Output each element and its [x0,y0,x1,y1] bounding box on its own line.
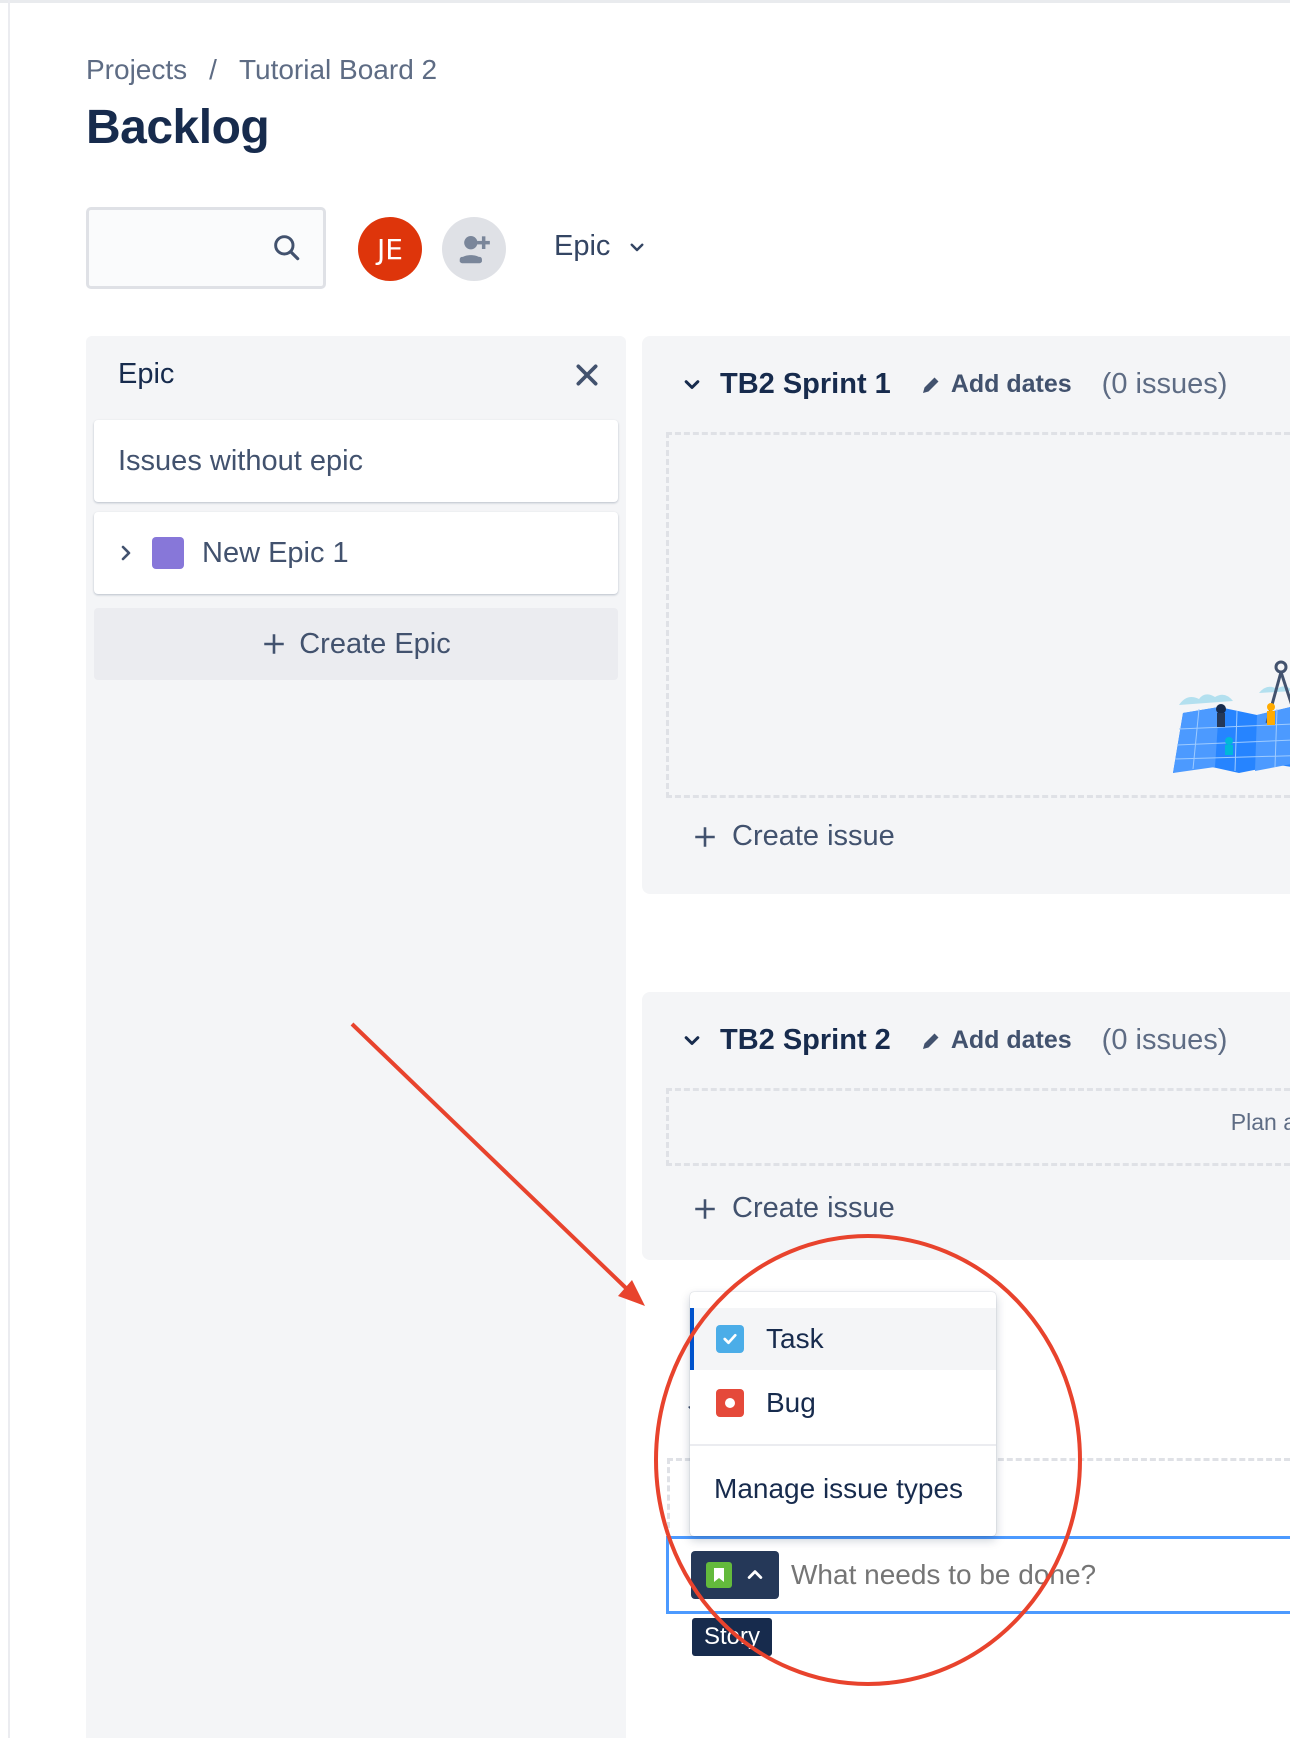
epic-panel: Epic Issues without epic New Epic 1 Crea… [86,336,626,1738]
plan-sprint-hint: Plan a [1230,1109,1290,1135]
task-checkbox-icon [716,1325,744,1353]
breadcrumb-board-link[interactable]: Tutorial Board 2 [239,54,437,86]
top-border [0,0,1290,3]
bug-icon [716,1389,744,1417]
issue-summary-input[interactable] [791,1559,1211,1591]
create-issue-button[interactable]: Create issue [692,1192,895,1225]
create-issue-button[interactable]: Create issue [692,820,895,853]
sprint-header: TB2 Sprint 2 Add dates (0 issues) [682,1024,1227,1057]
epic-filter-dropdown[interactable]: Epic [554,230,646,263]
epic-item-label: New Epic 1 [202,536,349,569]
left-border [8,0,10,1738]
chevron-right-icon[interactable] [118,543,134,563]
plus-icon [264,634,284,654]
create-epic-button[interactable]: Create Epic [94,608,618,680]
issues-without-epic-item[interactable]: Issues without epic [94,420,618,502]
chevron-down-icon [630,243,644,251]
add-user-icon [459,236,490,264]
sprint-panel: TB2 Sprint 2 Add dates (0 issues) Plan a… [642,992,1290,1260]
avatar[interactable]: JE [358,217,422,281]
create-epic-label: Create Epic [299,627,451,660]
issue-type-menu: Task Bug Manage issue types [690,1292,996,1536]
add-people-button[interactable] [442,217,506,281]
create-issue-label: Create issue [732,820,895,852]
close-icon[interactable] [574,362,600,388]
menu-item-label: Bug [766,1387,816,1418]
epic-item[interactable]: New Epic 1 [94,512,618,594]
sprint-panel: TB2 Sprint 1 Add dates (0 issues) Create… [642,336,1290,894]
sprint-dropzone[interactable] [666,432,1290,798]
search-input[interactable] [86,207,326,289]
issues-without-epic-label: Issues without epic [118,444,364,477]
epic-panel-title: Epic [118,358,175,390]
add-dates-label: Add dates [950,1026,1072,1054]
sprint-name: TB2 Sprint 1 [720,368,891,400]
plus-icon [695,826,715,847]
chevron-down-icon[interactable] [682,1031,702,1051]
issue-count: (0 issues) [1101,368,1228,400]
search-icon [274,235,300,261]
issue-type-picker[interactable] [691,1551,779,1599]
chevron-up-icon [747,1570,762,1579]
epic-color-swatch [152,537,184,569]
sprint-header: TB2 Sprint 1 Add dates (0 issues) [682,368,1227,401]
manage-issue-types-label: Manage issue types [714,1473,964,1504]
add-dates-label: Add dates [950,370,1072,398]
story-bookmark-icon [705,1562,732,1588]
menu-item-task[interactable]: Task [690,1308,996,1370]
menu-item-bug[interactable]: Bug [690,1372,996,1434]
epic-filter-label: Epic [554,230,611,262]
breadcrumb-projects-link[interactable]: Projects [86,54,187,86]
new-issue-field[interactable] [666,1536,1290,1614]
sprint-name: TB2 Sprint 2 [720,1024,891,1056]
create-issue-label: Create issue [732,1192,895,1224]
chevron-down-icon[interactable] [682,375,702,395]
menu-divider [690,1444,996,1446]
page-title: Backlog [86,101,270,154]
pencil-icon [922,1033,939,1049]
story-tooltip: Story [692,1618,773,1656]
issue-count: (0 issues) [1101,1024,1228,1056]
add-dates-button[interactable]: Add dates [919,1026,1072,1055]
manage-issue-types-link[interactable]: Manage issue types [690,1458,996,1520]
sprint-dropzone[interactable]: Plan a [666,1088,1290,1166]
add-dates-button[interactable]: Add dates [919,370,1072,399]
plus-icon [695,1198,715,1219]
menu-item-label: Task [766,1323,824,1354]
pencil-icon [922,377,939,393]
breadcrumb: Projects / Tutorial Board 2 [86,54,437,86]
breadcrumb-separator: / [209,54,217,85]
map-illustration [1173,660,1290,773]
